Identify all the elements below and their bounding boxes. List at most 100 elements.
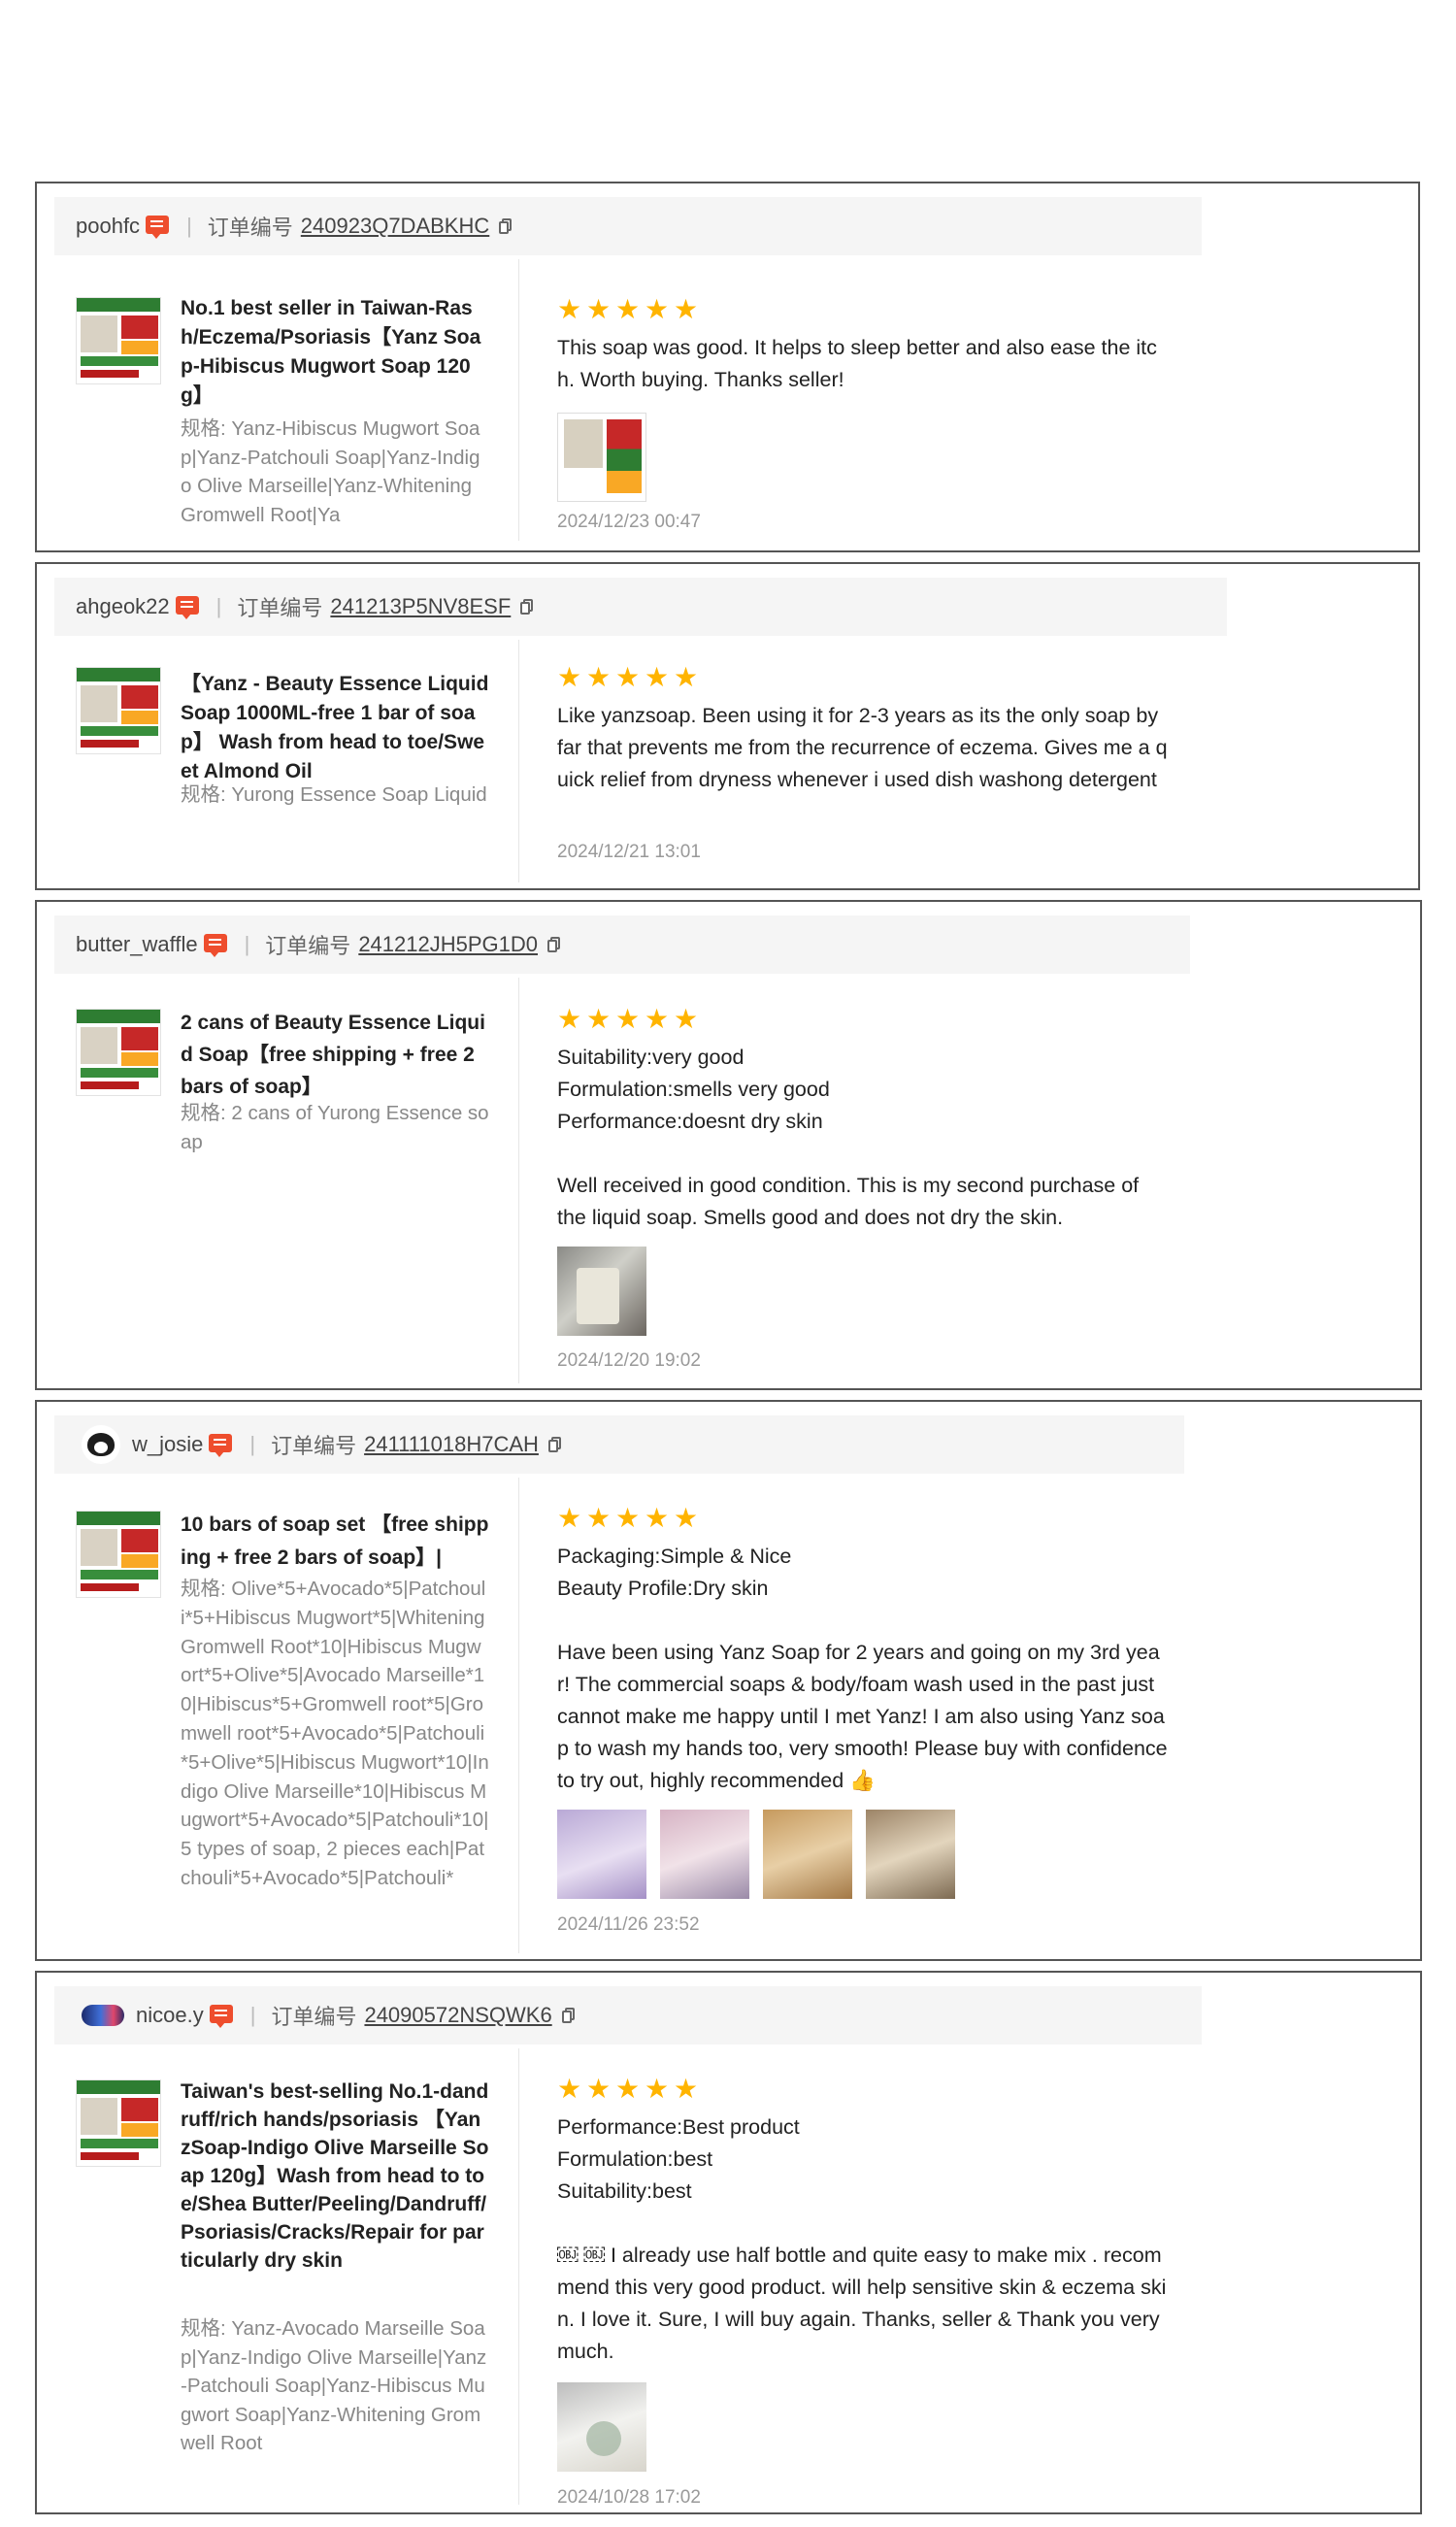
- review-header: nicoe.y | 订单编号 24090572NSQWK6: [54, 1986, 1202, 2045]
- chat-icon[interactable]: [209, 1434, 233, 1457]
- review-date: 2024/11/26 23:52: [557, 1914, 700, 1935]
- product-thumbnail[interactable]: [76, 1009, 161, 1096]
- review-photo[interactable]: [557, 1247, 646, 1336]
- column-divider: [518, 640, 519, 882]
- divider-bar: |: [249, 1432, 256, 1456]
- review-photo[interactable]: [557, 413, 646, 502]
- chat-icon[interactable]: [146, 216, 170, 239]
- review-photo[interactable]: [660, 1810, 749, 1899]
- copy-icon[interactable]: [499, 218, 513, 234]
- review-card: nicoe.y | 订单编号 24090572NSQWK6 Taiwan's b…: [35, 1971, 1422, 2514]
- product-title[interactable]: Taiwan's best-selling No.1-dandruff/rich…: [181, 2078, 489, 2275]
- product-spec: 规格: 2 cans of Yurong Essence soap: [181, 1102, 489, 1153]
- review-header: poohfc | 订单编号 240923Q7DABKHC: [54, 197, 1202, 255]
- review-photo[interactable]: [557, 1810, 646, 1899]
- column-divider: [518, 978, 519, 1383]
- review-photo[interactable]: [866, 1810, 955, 1899]
- review-header: w_josie | 订单编号 241111018H7CAH: [54, 1415, 1184, 1474]
- review-card: ahgeok22 | 订单编号 241213P5NV8ESF 【Yanz - B…: [35, 562, 1420, 890]
- star-icon: [674, 661, 698, 693]
- avatar[interactable]: [82, 2005, 124, 2026]
- order-label: 订单编号: [271, 1434, 357, 1458]
- order-label: 订单编号: [265, 934, 351, 958]
- review-text: Performance:Best product Formulation:bes…: [557, 2115, 1167, 2363]
- order-label: 订单编号: [271, 2005, 357, 2029]
- star-rating: [557, 1003, 703, 1035]
- copy-icon[interactable]: [561, 2008, 575, 2023]
- username[interactable]: butter_waffle: [76, 932, 198, 957]
- order-number-link[interactable]: 240923Q7DABKHC: [301, 214, 489, 239]
- review-photos: [557, 2382, 660, 2472]
- star-rating: [557, 1502, 703, 1534]
- chat-icon[interactable]: [209, 2005, 233, 2028]
- review-text: This soap was good. It helps to sleep be…: [557, 336, 1157, 391]
- product-spec: 规格: Yanz-Hibiscus Mugwort Soap|Yanz-Patc…: [181, 417, 480, 526]
- review-photos: [557, 1810, 969, 1899]
- product-title[interactable]: 2 cans of Beauty Essence Liquid Soap【fre…: [181, 1007, 489, 1103]
- review-card: butter_waffle | 订单编号 241212JH5PG1D0 2 ca…: [35, 900, 1422, 1390]
- username[interactable]: nicoe.y: [136, 2003, 204, 2028]
- product-thumbnail[interactable]: [76, 2079, 161, 2167]
- star-icon: [645, 661, 669, 693]
- column-divider: [518, 259, 519, 541]
- product-thumbnail[interactable]: [76, 1511, 161, 1598]
- review-date: 2024/12/23 00:47: [557, 512, 701, 532]
- review-photo[interactable]: [763, 1810, 852, 1899]
- star-icon: [615, 1502, 640, 1534]
- column-divider: [518, 1478, 519, 1953]
- product-title[interactable]: No.1 best seller in Taiwan-Rash/Eczema/P…: [181, 294, 489, 411]
- star-icon: [557, 1003, 581, 1035]
- product-title[interactable]: 【Yanz - Beauty Essence Liquid Soap 1000M…: [181, 670, 489, 786]
- star-icon: [615, 2073, 640, 2105]
- product-spec: 规格: Olive*5+Avocado*5|Patchouli*5+Hibisc…: [181, 1578, 489, 1889]
- star-icon: [645, 293, 669, 325]
- star-icon: [557, 1502, 581, 1534]
- star-icon: [674, 293, 698, 325]
- divider-bar: |: [215, 594, 222, 618]
- divider-bar: |: [249, 2003, 256, 2027]
- star-icon: [586, 661, 611, 693]
- review-date: 2024/12/21 13:01: [557, 842, 701, 862]
- order-number-link[interactable]: 241213P5NV8ESF: [330, 594, 511, 619]
- username[interactable]: ahgeok22: [76, 594, 170, 619]
- divider-bar: |: [244, 932, 250, 956]
- copy-icon[interactable]: [547, 937, 560, 952]
- username[interactable]: poohfc: [76, 214, 140, 239]
- product-spec: 规格: Yanz-Avocado Marseille Soap|Yanz-Ind…: [181, 2317, 487, 2455]
- star-icon: [557, 661, 581, 693]
- column-divider: [518, 2048, 519, 2505]
- star-rating: [557, 2073, 703, 2105]
- review-photo[interactable]: [557, 2382, 646, 2472]
- star-icon: [586, 2073, 611, 2105]
- star-icon: [645, 1003, 669, 1035]
- star-icon: [586, 1003, 611, 1035]
- copy-icon[interactable]: [547, 1437, 561, 1452]
- star-icon: [615, 1003, 640, 1035]
- product-thumbnail[interactable]: [76, 667, 161, 754]
- order-label: 订单编号: [237, 596, 323, 620]
- review-card: poohfc | 订单编号 240923Q7DABKHC No.1 best s…: [35, 182, 1420, 552]
- star-icon: [557, 293, 581, 325]
- username[interactable]: w_josie: [132, 1432, 203, 1457]
- review-text: Packaging:Simple & Nice Beauty Profile:D…: [557, 1545, 1168, 1792]
- star-rating: [557, 661, 703, 693]
- order-number-link[interactable]: 241212JH5PG1D0: [358, 932, 538, 957]
- chat-icon[interactable]: [175, 596, 199, 619]
- review-photos: [557, 1247, 660, 1336]
- product-title[interactable]: 10 bars of soap set 【free shipping + fre…: [181, 1509, 489, 1575]
- order-number-link[interactable]: 241111018H7CAH: [364, 1432, 539, 1457]
- review-text: Like yanzsoap. Been using it for 2-3 yea…: [557, 704, 1168, 791]
- copy-icon[interactable]: [520, 599, 534, 615]
- divider-bar: |: [186, 214, 192, 238]
- review-date: 2024/12/20 19:02: [557, 1350, 701, 1371]
- product-thumbnail[interactable]: [76, 297, 161, 384]
- review-date: 2024/10/28 17:02: [557, 2487, 701, 2508]
- review-text: Suitability:very good Formulation:smells…: [557, 1046, 1140, 1229]
- star-icon: [645, 1502, 669, 1534]
- order-label: 订单编号: [207, 216, 293, 240]
- product-spec: 规格: Yurong Essence Soap Liquid: [181, 783, 487, 806]
- chat-icon[interactable]: [203, 934, 227, 957]
- order-number-link[interactable]: 24090572NSQWK6: [364, 2003, 551, 2028]
- review-card: w_josie | 订单编号 241111018H7CAH 10 bars of…: [35, 1400, 1422, 1961]
- avatar[interactable]: [82, 1425, 120, 1464]
